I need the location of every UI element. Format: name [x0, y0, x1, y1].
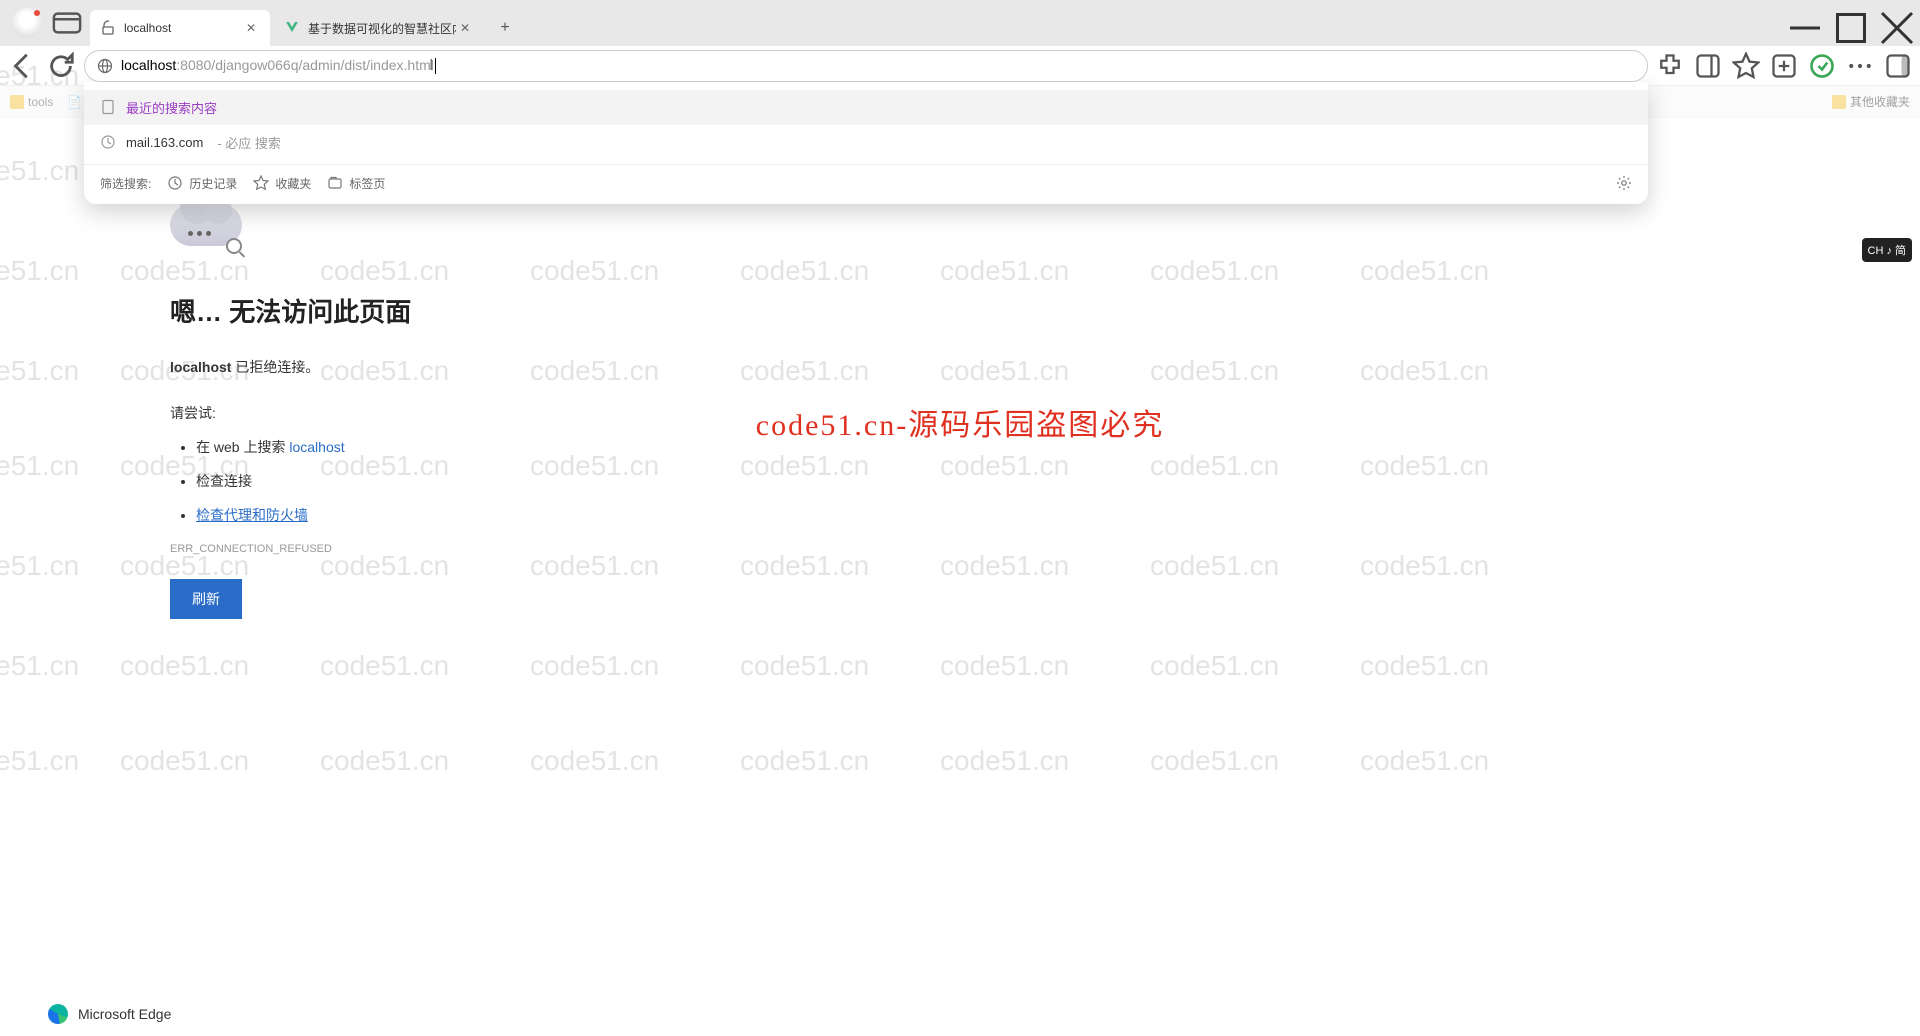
panel-toggle-icon[interactable]	[1884, 52, 1912, 80]
lock-broken-icon	[100, 20, 116, 36]
vue-icon	[284, 20, 300, 36]
browser-footer: Microsoft Edge	[48, 1004, 171, 1024]
browser-tab-inactive[interactable]: 基于数据可视化的智慧社区内网 ✕	[274, 10, 484, 46]
bookmark-folder[interactable]: tools	[10, 95, 53, 109]
refresh-button[interactable]	[46, 51, 76, 81]
url-suggestions-dropdown: 最近的搜索内容 mail.163.com - 必应 搜索 筛选搜索: 历史记录 …	[84, 82, 1648, 204]
filter-tabs[interactable]: 标签页	[327, 175, 385, 192]
collections-icon[interactable]	[1770, 52, 1798, 80]
watermark-text: code51.cn	[740, 650, 869, 682]
star-icon	[253, 175, 269, 191]
close-icon[interactable]: ✕	[242, 21, 260, 35]
bookmark-item[interactable]: 📄	[67, 95, 82, 109]
watermark-text: code51.cn	[940, 745, 1069, 777]
more-icon[interactable]	[1846, 52, 1874, 80]
error-suggestion-item: 检查连接	[196, 471, 1920, 491]
watermark-text: code51.cn	[120, 745, 249, 777]
watermark-text: code51.cn	[320, 745, 449, 777]
error-suggestion-item: 在 web 上搜索 localhost	[196, 437, 1920, 457]
watermark-text: code51.cn	[530, 745, 659, 777]
address-bar[interactable]: localhost:8080/djangow066q/admin/dist/in…	[84, 50, 1648, 82]
maximize-button[interactable]	[1828, 10, 1874, 46]
folder-icon	[1832, 95, 1846, 109]
page-icon: 📄	[67, 95, 82, 109]
cloud-error-icon	[170, 198, 250, 254]
filter-favorites[interactable]: 收藏夹	[253, 175, 311, 192]
text-cursor-icon: I	[429, 57, 433, 75]
new-tab-button[interactable]: +	[490, 13, 520, 43]
ime-indicator[interactable]: CH ♪ 简	[1862, 238, 1913, 262]
watermark-text: code51.cn	[320, 650, 449, 682]
sidebar-icon[interactable]	[1694, 52, 1722, 80]
close-icon[interactable]: ✕	[456, 21, 474, 35]
watermark-text: code51.cn	[0, 745, 79, 777]
address-bar-container: localhost:8080/djangow066q/admin/dist/in…	[84, 50, 1648, 82]
window-controls	[1782, 10, 1920, 46]
site-info-icon[interactable]	[97, 58, 113, 74]
watermark-text: code51.cn	[1360, 650, 1489, 682]
browser-tab-active[interactable]: localhost ✕	[90, 10, 270, 46]
close-window-button[interactable]	[1874, 10, 1920, 46]
toolbar-actions	[1656, 52, 1912, 80]
folder-icon	[10, 95, 24, 109]
suggestion-filter-row: 筛选搜索: 历史记录 收藏夹 标签页	[84, 164, 1648, 198]
search-web-link[interactable]: localhost	[289, 439, 344, 455]
footer-label: Microsoft Edge	[78, 1006, 171, 1022]
history-icon	[167, 175, 183, 191]
window-titlebar: localhost ✕ 基于数据可视化的智慧社区内网 ✕ +	[0, 0, 1920, 46]
tab-title: 基于数据可视化的智慧社区内网	[308, 20, 456, 37]
error-subtitle: localhost 已拒绝连接。	[170, 357, 1920, 377]
watermark-text: code51.cn	[1360, 745, 1489, 777]
check-proxy-link[interactable]: 检查代理和防火墙	[196, 507, 308, 523]
edge-logo-icon	[48, 1004, 68, 1024]
error-suggestion-item: 检查代理和防火墙	[196, 505, 1920, 525]
gear-icon[interactable]	[1616, 175, 1632, 191]
error-code: ERR_CONNECTION_REFUSED	[170, 543, 1920, 555]
watermark-text: code51.cn	[530, 650, 659, 682]
other-bookmarks[interactable]: 其他收藏夹	[1832, 93, 1910, 110]
tab-overview-icon[interactable]	[52, 8, 82, 38]
watermark-text: code51.cn	[120, 650, 249, 682]
error-suggestions-list: 在 web 上搜索 localhost 检查连接 检查代理和防火墙	[170, 437, 1920, 525]
favorites-icon[interactable]	[1732, 52, 1760, 80]
error-try-label: 请尝试:	[170, 403, 1920, 423]
filter-label: 筛选搜索:	[100, 175, 151, 192]
history-icon	[100, 134, 116, 150]
minimize-button[interactable]	[1782, 10, 1828, 46]
suggestion-item[interactable]: mail.163.com - 必应 搜索	[84, 125, 1648, 160]
error-title: 嗯… 无法访问此页面	[170, 292, 1920, 329]
profile-avatar-icon[interactable]	[12, 8, 42, 38]
watermark-text: code51.cn	[740, 745, 869, 777]
watermark-text: code51.cn	[0, 650, 79, 682]
watermark-text: code51.cn	[940, 650, 1069, 682]
tabs-icon	[327, 175, 343, 191]
suggestion-recent-header[interactable]: 最近的搜索内容	[84, 90, 1648, 125]
refresh-page-button[interactable]: 刷新	[170, 579, 242, 619]
url-text: localhost:8080/djangow066q/admin/dist/in…	[121, 57, 436, 74]
back-button[interactable]	[8, 51, 38, 81]
filter-history[interactable]: 历史记录	[167, 175, 237, 192]
browser-toolbar: localhost:8080/djangow066q/admin/dist/in…	[0, 46, 1920, 86]
app-icon[interactable]	[1808, 52, 1836, 80]
page-icon	[100, 99, 116, 115]
watermark-text: code51.cn	[1150, 745, 1279, 777]
extensions-icon[interactable]	[1656, 52, 1684, 80]
watermark-text: code51.cn	[1150, 650, 1279, 682]
tab-title: localhost	[124, 21, 242, 35]
